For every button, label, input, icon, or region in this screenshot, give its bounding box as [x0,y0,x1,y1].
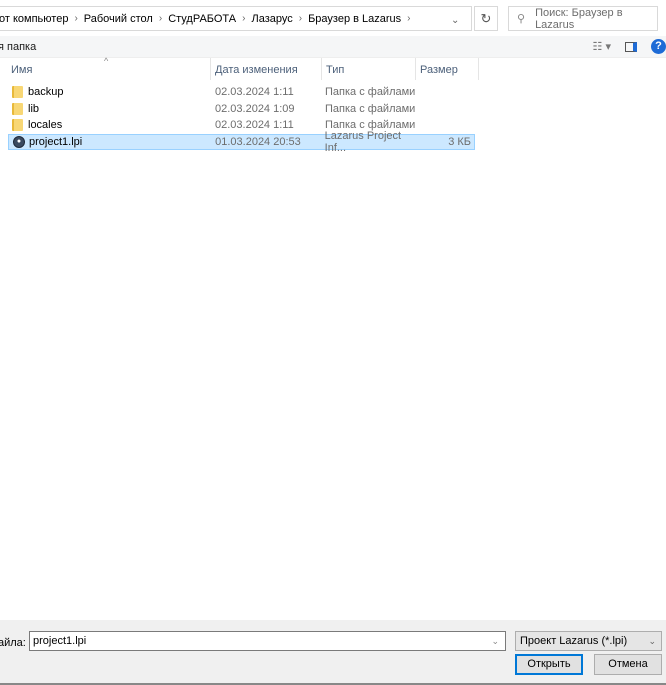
file-size: 3 КБ [448,135,471,148]
search-icon: ⚲ [517,13,526,25]
file-row[interactable]: lib 02.03.2024 1:09 Папка с файлами [8,101,475,117]
column-name[interactable]: Имя [0,58,211,80]
refresh-button[interactable]: ↻ [474,6,498,31]
file-name-cell: locales [8,119,213,132]
file-name: backup [28,86,64,98]
column-header: Имя Дата изменения Тип Размер [0,58,479,80]
search-input[interactable]: ⚲ Поиск: Браузер в Lazarus [508,6,658,31]
file-date: 02.03.2024 1:11 [215,86,294,98]
file-row[interactable]: ● project1.lpi 01.03.2024 20:53 Lazarus P… [8,130,475,154]
breadcrumb-item[interactable]: Лазарус › [251,13,308,25]
filename-value: project1.lpi [33,635,87,647]
chevron-down-icon[interactable]: ⌄ [451,15,459,26]
breadcrumb-item[interactable]: от компьютер › [0,13,84,25]
search-placeholder: Поиск: Браузер в Lazarus [535,6,623,31]
breadcrumb-label: Браузер в Lazarus [308,12,402,25]
breadcrumb-label: Лазарус [251,12,293,25]
filename-label: айла: [0,637,26,649]
column-type[interactable]: Тип [322,58,416,80]
file-type: Папка с файлами [325,86,416,98]
chevron-right-icon: › [407,13,411,24]
file-name-cell: backup [8,86,213,98]
column-date[interactable]: Дата изменения [211,58,322,80]
new-folder-button[interactable]: я папка [0,41,36,53]
chevron-right-icon: › [298,13,303,24]
column-size[interactable]: Размер [416,58,479,80]
chevron-right-icon: › [158,13,163,24]
breadcrumb-label: от компьютер [0,12,69,25]
folder-icon [12,119,23,132]
chevron-down-icon: ⌄ [648,636,656,646]
toolbar: я папка ☷ ▾ ? [0,36,666,58]
file-type-select[interactable]: Проект Lazarus (*.lpi) ⌄ [515,631,662,651]
view-options-icon[interactable]: ☷ ▾ [593,40,611,53]
chevron-right-icon: › [242,13,246,24]
file-name: project1.lpi [29,135,83,148]
file-name-cell: lib [8,102,213,115]
open-button[interactable]: Открыть [515,654,583,675]
file-type: Папка с файлами [325,102,416,115]
folder-icon [12,86,23,98]
breadcrumb-item[interactable]: Браузер в Lazarus › [308,13,416,25]
breadcrumb-item[interactable]: Рабочий стол › [84,13,168,25]
breadcrumb-label: Рабочий стол [83,12,153,25]
address-area: от компьютер › Рабочий стол › СтудРАБОТА › … [0,0,666,38]
file-row[interactable]: backup 02.03.2024 1:11 Папка с файлами [8,84,475,100]
address-bar[interactable]: от компьютер › Рабочий стол › СтудРАБОТА › … [0,6,472,31]
preview-pane-icon[interactable] [625,41,637,52]
footer-panel: айла: project1.lpi ⌄ Проект Lazarus (*.lp… [0,620,666,683]
cancel-button[interactable]: Отмена [594,654,662,675]
file-type: Lazarus Project Inf... [324,129,402,154]
breadcrumb-label: СтудРАБОТА [168,12,237,25]
file-name-cell: ● project1.lpi [9,135,213,148]
breadcrumb-item[interactable]: СтудРАБОТА › [168,13,251,25]
folder-icon [12,102,23,115]
file-type-value: Проект Lazarus (*.lpi) [520,635,628,647]
filename-input[interactable]: project1.lpi ⌄ [29,631,506,651]
lazarus-project-icon: ● [13,135,25,148]
file-date: 01.03.2024 20:53 [215,135,301,148]
chevron-right-icon: › [74,13,78,24]
file-name: locales [28,119,63,132]
file-name: lib [28,102,40,115]
help-icon[interactable]: ? [651,39,666,54]
file-date: 02.03.2024 1:09 [215,102,295,115]
file-date: 02.03.2024 1:11 [215,119,294,132]
chevron-down-icon[interactable]: ⌄ [491,632,499,650]
